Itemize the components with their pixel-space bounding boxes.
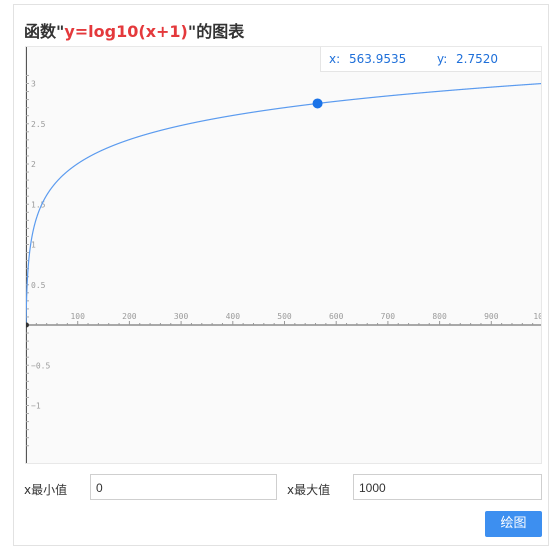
title-suffix: "的图表 [187,22,245,41]
y-tick-label: 1 [31,241,36,250]
readout-x-value: 563.9535 [349,52,407,66]
y-tick-label: 3 [31,80,36,89]
x-tick-label: 700 [381,312,396,321]
origin-dot [26,322,29,328]
function-graph[interactable]: 100200300400500600700800900100032.521.51… [26,47,541,463]
x-tick-label: 600 [329,312,344,321]
plot-area[interactable]: 100200300400500600700800900100032.521.51… [25,46,542,464]
chart-title: 函数"y=log10(x+1)"的图表 [24,18,244,42]
readout-x-label: x: [329,52,341,66]
title-prefix: 函数" [24,22,65,41]
x-tick-label: 100 [70,312,85,321]
y-tick-label: −1 [31,402,41,411]
coordinate-readout: x: 563.9535 y: 2.7520 [320,47,541,72]
x-tick-label: 200 [122,312,137,321]
xmax-input[interactable]: 1000 [353,474,542,500]
chart-card: 函数"y=log10(x+1)"的图表 100 200 300 400 500 600 70… [13,4,549,546]
readout-y-label: y: [437,52,448,66]
x-tick-label: 1000 [533,312,541,321]
function-curve [26,83,541,326]
x-tick-label: 900 [484,312,499,321]
xmin-label: x最小值 [24,483,68,497]
title-function: y=log10(x+1) [64,22,188,41]
draw-button[interactable]: 绘图 [485,511,542,537]
y-tick-label: −0.5 [31,361,50,370]
readout-y-value: 2.7520 [456,52,498,66]
x-tick-label: 400 [226,312,241,321]
x-tick-label: 800 [432,312,447,321]
y-tick-label: 2.5 [31,120,46,129]
xmin-input[interactable]: 0 [90,474,277,500]
hover-point [312,98,323,109]
y-tick-label: 2 [31,160,36,169]
y-tick-label: 0.5 [31,281,46,290]
xmax-label: x最大值 [287,483,331,497]
x-tick-label: 500 [277,312,292,321]
x-tick-label: 300 [174,312,189,321]
